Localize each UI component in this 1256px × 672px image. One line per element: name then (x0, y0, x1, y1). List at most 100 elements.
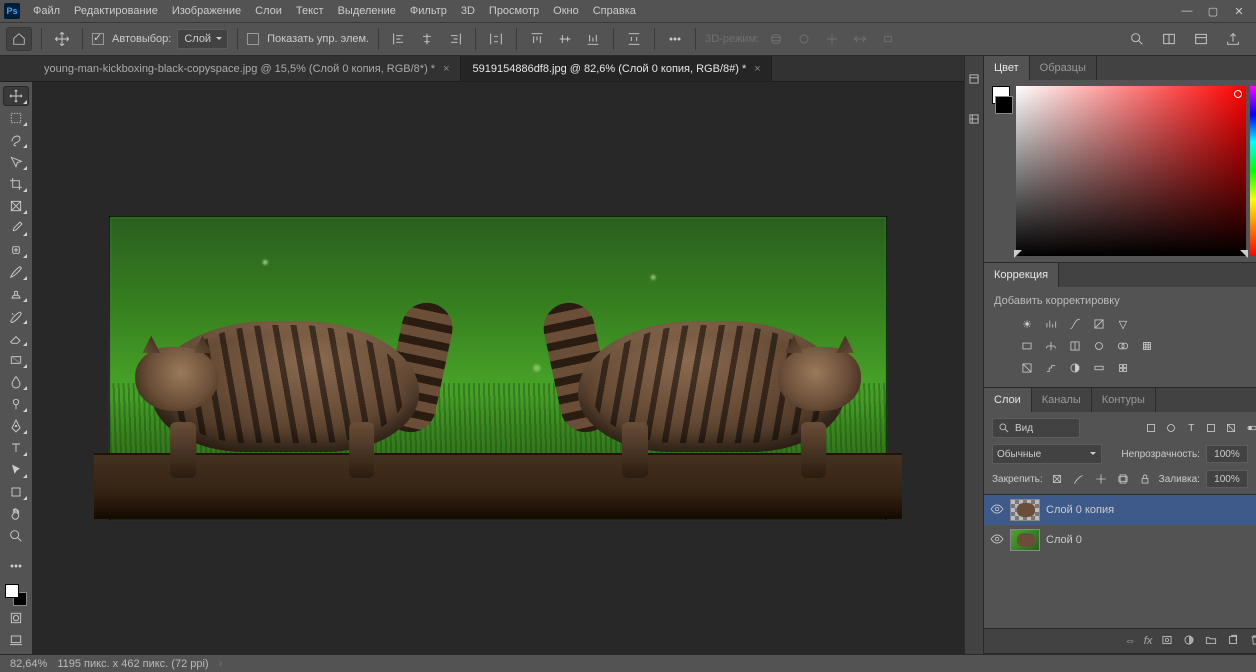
color-lookup-icon[interactable] (1138, 338, 1156, 354)
filter-toggle[interactable] (1242, 420, 1256, 436)
quick-select-tool[interactable] (3, 152, 29, 172)
chevron-right-icon[interactable]: › (219, 658, 223, 670)
move-tool-icon[interactable] (51, 28, 73, 50)
frame-tool[interactable] (3, 196, 29, 216)
screen-mode-toggle[interactable] (3, 630, 29, 650)
quick-mask-toggle[interactable] (3, 608, 29, 628)
channel-mixer-icon[interactable] (1114, 338, 1132, 354)
properties-panel-icon[interactable] (965, 110, 983, 128)
lasso-tool[interactable] (3, 130, 29, 150)
type-tool[interactable] (3, 438, 29, 458)
fill-input[interactable]: 100% (1206, 470, 1248, 488)
gradient-tool[interactable] (3, 350, 29, 370)
layer-style-icon[interactable]: fx (1144, 635, 1153, 647)
filter-adjust-icon[interactable] (1162, 420, 1180, 436)
foreground-swatch[interactable] (5, 584, 19, 598)
history-brush-tool[interactable] (3, 306, 29, 326)
layer-name[interactable]: Слой 0 копия (1046, 504, 1114, 516)
tab-paths[interactable]: Контуры (1092, 388, 1156, 412)
exposure-icon[interactable] (1090, 316, 1108, 332)
dist-h-icon[interactable] (485, 28, 507, 50)
menu-window[interactable]: Окно (546, 0, 586, 22)
color-swatches[interactable] (5, 584, 27, 606)
layer-thumbnail[interactable] (1010, 529, 1040, 551)
opacity-input[interactable]: 100% (1206, 445, 1248, 463)
lock-position-icon[interactable] (1071, 471, 1087, 487)
menu-filter[interactable]: Фильтр (403, 0, 454, 22)
document-canvas[interactable] (110, 217, 886, 519)
layer-mask-icon[interactable] (1160, 633, 1174, 650)
invert-icon[interactable] (1018, 360, 1036, 376)
lock-all-icon[interactable] (1137, 471, 1153, 487)
eyedropper-tool[interactable] (3, 218, 29, 238)
edit-toolbar-icon[interactable] (3, 556, 29, 576)
align-hcenter-icon[interactable] (416, 28, 438, 50)
align-vcenter-icon[interactable] (554, 28, 576, 50)
layer-filter-select[interactable]: Вид (992, 418, 1080, 438)
autoselect-target-select[interactable]: Слой (177, 29, 228, 49)
layer-thumbnail[interactable] (1010, 499, 1040, 521)
align-left-icon[interactable] (388, 28, 410, 50)
brightness-icon[interactable]: ☀ (1018, 316, 1036, 332)
color-field[interactable] (1016, 86, 1246, 256)
pen-tool[interactable] (3, 416, 29, 436)
lock-nest-icon[interactable] (1115, 471, 1131, 487)
crop-tool[interactable] (3, 174, 29, 194)
link-layers-icon[interactable]: ⇔ (1125, 635, 1136, 647)
zoom-value[interactable]: 82,64% (10, 658, 47, 670)
layer-row[interactable]: Слой 0 (984, 525, 1256, 555)
home-button[interactable] (6, 27, 32, 51)
autoselect-checkbox[interactable] (92, 33, 104, 45)
share-icon[interactable] (1222, 28, 1244, 50)
panel-menu-icon[interactable]: ≡ (1248, 56, 1256, 80)
hue-icon[interactable] (1018, 338, 1036, 354)
menu-select[interactable]: Выделение (331, 0, 403, 22)
hue-slider[interactable] (1250, 86, 1256, 256)
window-close-button[interactable]: ✕ (1226, 0, 1252, 22)
close-icon[interactable]: × (443, 63, 449, 75)
delete-layer-icon[interactable] (1248, 633, 1256, 650)
canvas-area[interactable] (32, 82, 964, 654)
gradient-map-icon[interactable] (1090, 360, 1108, 376)
dist-v-icon[interactable] (623, 28, 645, 50)
healing-brush-tool[interactable] (3, 240, 29, 260)
align-right-icon[interactable] (444, 28, 466, 50)
panel-menu-icon[interactable]: ≡ (1248, 263, 1256, 287)
levels-icon[interactable] (1042, 316, 1060, 332)
align-top-icon[interactable] (526, 28, 548, 50)
adjustment-layer-icon[interactable] (1182, 633, 1196, 650)
tab-swatches[interactable]: Образцы (1030, 56, 1097, 80)
menu-image[interactable]: Изображение (165, 0, 248, 22)
menu-help[interactable]: Справка (586, 0, 643, 22)
threshold-icon[interactable] (1066, 360, 1084, 376)
marquee-tool[interactable] (3, 108, 29, 128)
layer-name[interactable]: Слой 0 (1046, 534, 1082, 546)
menu-3d[interactable]: 3D (454, 0, 482, 22)
window-minimize-button[interactable]: — (1174, 0, 1200, 22)
window-restore-button[interactable]: ▢ (1200, 0, 1226, 22)
clone-stamp-tool[interactable] (3, 284, 29, 304)
bw-icon[interactable] (1066, 338, 1084, 354)
document-tab-1[interactable]: 5919154886df8.jpg @ 82,6% (Слой 0 копия,… (461, 56, 772, 81)
brush-tool[interactable] (3, 262, 29, 282)
tab-adjustments[interactable]: Коррекция (984, 263, 1059, 287)
blend-mode-select[interactable]: Обычные (992, 444, 1102, 464)
path-select-tool[interactable] (3, 460, 29, 480)
selective-color-icon[interactable] (1114, 360, 1132, 376)
filter-shape-icon[interactable] (1202, 420, 1220, 436)
arrange-docs-icon[interactable] (1158, 28, 1180, 50)
visibility-toggle[interactable] (990, 532, 1004, 549)
new-layer-icon[interactable] (1226, 633, 1240, 650)
hand-tool[interactable] (3, 504, 29, 524)
menu-text[interactable]: Текст (289, 0, 331, 22)
more-options-icon[interactable] (664, 28, 686, 50)
show-controls-checkbox[interactable] (247, 33, 259, 45)
tab-color[interactable]: Цвет (984, 56, 1030, 80)
panel-color-swatches[interactable] (990, 86, 1012, 256)
shape-tool[interactable] (3, 482, 29, 502)
lock-move-icon[interactable] (1093, 471, 1109, 487)
tab-layers[interactable]: Слои (984, 388, 1032, 412)
search-icon[interactable] (1126, 28, 1148, 50)
posterize-icon[interactable] (1042, 360, 1060, 376)
panel-menu-icon[interactable]: ≡ (1248, 388, 1256, 412)
